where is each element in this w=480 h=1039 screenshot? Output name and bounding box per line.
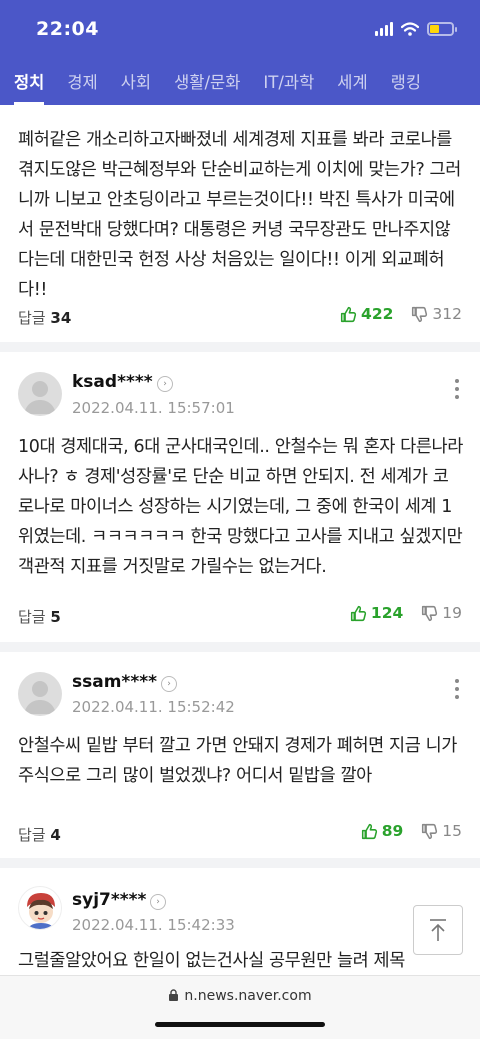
character-avatar-icon [27,893,55,929]
comment-card: syj7**** › 2022.04.11. 15:42:33 그럴줄알았어요 … [0,868,480,975]
thumbs-up-icon [361,823,377,839]
dislike-count: 312 [432,305,462,323]
default-avatar-icon [24,681,56,714]
battery-icon [427,22,457,36]
comment-date: 2022.04.11. 15:52:42 [72,698,235,716]
url-text: n.news.naver.com [0,988,480,1004]
comment-author[interactable]: ssam**** [72,672,157,692]
comment-text: 폐허같은 개소리하고자빠졌네 세계경제 지표를 봐라 코로나를 겪지도않은 박근… [18,130,461,300]
reply-label: 답글 [18,309,46,327]
kebab-menu-icon[interactable] [454,679,460,699]
reply-button[interactable]: 답글 34 [18,307,71,328]
avatar[interactable] [18,372,62,416]
status-bar: 22:04 [0,0,480,60]
comment-card: 폐허같은 개소리하고자빠졌네 세계경제 지표를 봐라 코로나를 겪지도않은 박근… [0,105,480,342]
reply-button[interactable]: 답글 4 [18,824,61,845]
comment-date: 2022.04.11. 15:57:01 [72,399,235,417]
like-count: 422 [361,305,394,323]
kebab-menu-icon[interactable] [454,379,460,399]
comment-author[interactable]: syj7**** [72,890,146,910]
dislike-button[interactable]: 15 [421,822,462,840]
comment-card: ksad**** › 2022.04.11. 15:57:01 10대 경제대국… [0,352,480,642]
like-button[interactable]: 422 [340,305,393,323]
dislike-button[interactable]: 19 [421,604,462,622]
cellular-signal-icon [375,22,393,36]
reply-button[interactable]: 답글 5 [18,606,61,627]
home-indicator[interactable] [155,1022,325,1027]
reply-label: 답글 [18,826,46,844]
default-avatar-icon [24,381,56,414]
thumbs-down-icon [422,823,438,839]
status-time: 22:04 [36,18,99,40]
chevron-right-icon[interactable]: › [150,894,166,910]
tab-society[interactable]: 사회 [121,60,151,105]
reply-count: 34 [50,309,72,327]
dislike-button[interactable]: 312 [411,305,462,323]
vote-controls: 89 15 [361,822,462,840]
tab-it-science[interactable]: IT/과학 [263,60,314,105]
reply-count: 4 [50,826,61,844]
tab-world[interactable]: 세계 [337,60,367,105]
system-icons [375,22,457,36]
thumbs-up-icon [350,605,366,621]
avatar[interactable] [18,672,62,716]
comment-text: 10대 경제대국, 6대 군사대국인데.. 안철수는 뭐 혼자 다른나라 사나?… [18,437,463,577]
reply-count: 5 [50,608,61,626]
browser-url-bar[interactable]: n.news.naver.com [0,975,480,1039]
vote-controls: 124 19 [350,604,462,622]
tab-economy[interactable]: 경제 [67,60,97,105]
like-count: 124 [370,604,404,622]
thumbs-up-icon [340,306,357,322]
chevron-right-icon[interactable]: › [157,376,173,392]
chevron-right-icon[interactable]: › [161,676,177,692]
thumbs-down-icon [412,306,428,322]
dislike-count: 19 [442,604,462,622]
category-tabs: 정치 경제 사회 생활/문화 IT/과학 세계 랭킹 [0,60,480,105]
wifi-icon [401,22,419,36]
thumbs-down-icon [422,605,438,621]
like-count: 89 [381,822,404,840]
comment-author[interactable]: ksad**** [72,372,153,392]
reply-label: 답글 [18,608,46,626]
like-button[interactable]: 89 [361,822,404,840]
url-value: n.news.naver.com [184,988,312,1004]
comment-date: 2022.04.11. 15:42:33 [72,916,235,934]
scroll-fade [0,105,480,115]
tab-life-culture[interactable]: 생활/문화 [174,60,240,105]
vote-controls: 422 312 [340,305,462,323]
avatar[interactable] [18,886,62,930]
comment-text: 그럴줄알았어요 한일이 없는건사실 공무원만 늘려 제목 [18,951,405,971]
like-button[interactable]: 124 [350,604,403,622]
comment-text: 안철수씨 밑밥 부터 깔고 가면 안돼지 경제가 폐허면 지금 니가 주식으로 … [18,736,457,786]
lock-icon [169,989,179,1001]
scroll-to-top-button[interactable] [413,905,463,955]
tab-ranking[interactable]: 랭킹 [391,60,421,105]
comment-card: ssam**** › 2022.04.11. 15:52:42 안철수씨 밑밥 … [0,652,480,858]
dislike-count: 15 [442,822,462,840]
tab-politics[interactable]: 정치 [14,60,45,105]
arrow-up-icon [430,919,446,941]
header: 22:04 정치 경제 사회 생활/문화 IT/과학 세계 랭킹 [0,0,480,105]
